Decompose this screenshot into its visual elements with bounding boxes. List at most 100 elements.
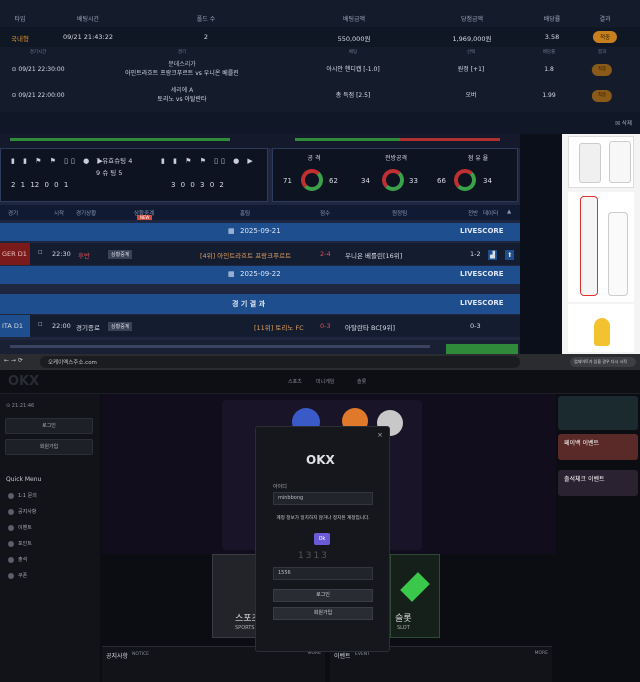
match-status: 경기종료 bbox=[76, 324, 100, 332]
quick-label: 출석 bbox=[18, 557, 28, 563]
results-row: 경 기 결 과 LIVESCORE bbox=[0, 294, 520, 314]
livescore-bottom bbox=[0, 340, 520, 354]
livescore-panel: ▮ ▮ ⚑ ⚑ ▯▯ ● ▶ 7 유효슈팅 4 9 슈 팅 5 2 1 12 0… bbox=[0, 134, 520, 354]
login-modal: × OKX 아이디 minbbong 계정 정보가 일치하지 않거나 정지된 계… bbox=[255, 426, 390, 652]
result-badge: 적중 bbox=[591, 64, 613, 76]
quick-item-notice[interactable]: 공지사항 bbox=[8, 508, 36, 515]
match-row[interactable]: ITA D1 ☐ 22:00 경기종료 상황중계 [11위] 토리노 FC 0-… bbox=[0, 315, 520, 337]
stat-label-forward: 전방공격 bbox=[384, 155, 408, 162]
sort-up-icon[interactable]: ▲ bbox=[507, 209, 511, 215]
stat-home-forward: 34 bbox=[361, 177, 370, 185]
quick-item-attendance[interactable]: 출석 bbox=[8, 556, 27, 563]
slot-card[interactable]: 슬롯 SLOT bbox=[390, 554, 440, 638]
promo-attendance[interactable]: 출석체크 이벤트 bbox=[558, 470, 638, 496]
league-name: 세리에 A bbox=[170, 87, 194, 94]
up-icon[interactable]: ⬆ bbox=[505, 250, 515, 260]
th-league: 경기 bbox=[8, 211, 19, 217]
promo-payback[interactable]: 페이백 이벤트 bbox=[558, 434, 638, 460]
card-sub: SLOT bbox=[397, 625, 410, 631]
bet-odds: 3.58 bbox=[544, 33, 560, 41]
bet-history-panel: 타입 베팅시간 폴드 수 베팅금액 당첨금액 배당률 결과 국내형 09/21 … bbox=[0, 0, 640, 134]
login-button[interactable]: 로그인 bbox=[273, 589, 373, 602]
nav-sports[interactable]: 스포츠 bbox=[288, 378, 302, 385]
bet-detail-time: ⊙ 09/21 22:30:00 bbox=[11, 66, 65, 73]
match-stat-box: ▮ ▮ ⚑ ⚑ ▯▯ ● ▶ 7 유효슈팅 4 9 슈 팅 5 2 1 12 0… bbox=[0, 148, 268, 202]
ok-button[interactable]: Ok bbox=[314, 533, 330, 545]
bet-history-header: 타입 베팅시간 폴드 수 베팅금액 당첨금액 배당률 결과 bbox=[0, 9, 640, 27]
th-home: 홈팀 bbox=[240, 211, 251, 217]
col-result: 결과 bbox=[599, 16, 611, 23]
chart-icon[interactable]: ▟ bbox=[488, 250, 497, 260]
stat-home-attack: 71 bbox=[283, 177, 292, 185]
delete-button[interactable]: ☒ 삭제 bbox=[615, 119, 632, 127]
sidebar-login-button[interactable]: 로그인 bbox=[5, 418, 93, 434]
captcha-image: 1313 bbox=[298, 551, 329, 561]
relay-button[interactable]: 상황중계 bbox=[108, 250, 133, 259]
promo-label: 출석체크 이벤트 bbox=[564, 476, 605, 483]
col-odds: 배당률 bbox=[543, 16, 561, 23]
start-time: 22:30 bbox=[52, 250, 71, 258]
quick-item-event[interactable]: 이벤트 bbox=[8, 524, 32, 531]
scrollbar[interactable] bbox=[10, 345, 430, 348]
away-counts: 3 0 0 3 0 2 bbox=[171, 181, 224, 189]
nav-minigame[interactable]: 미니게임 bbox=[316, 378, 334, 385]
relay-button[interactable]: 상황중계 bbox=[108, 322, 133, 331]
nav-slot[interactable]: 슬롯 bbox=[357, 378, 366, 385]
bet-odds: 1.8 bbox=[544, 66, 554, 73]
checkbox[interactable]: ☐ bbox=[38, 322, 42, 328]
captcha-input[interactable]: 1556 bbox=[273, 567, 373, 580]
quick-item-inquiry[interactable]: 1:1 문의 bbox=[8, 492, 37, 499]
calendar-icon: ▦ bbox=[228, 227, 235, 235]
stat-bar-away bbox=[400, 138, 500, 141]
col-win: 당첨금액 bbox=[460, 16, 484, 23]
time-text: 09/21 22:00:00 bbox=[18, 92, 65, 99]
league-code: GER D1 bbox=[2, 250, 27, 258]
attack-stats-box: 공 격 71 62 전방공격 34 33 점 유 율 66 34 bbox=[272, 148, 518, 202]
event-title: 이벤트 bbox=[334, 653, 351, 660]
close-icon[interactable]: × bbox=[377, 431, 383, 439]
forward-donut bbox=[382, 169, 404, 191]
id-input[interactable]: minbbong bbox=[273, 492, 373, 505]
bet-detail-row: ⊙ 09/21 22:00:00 세리에 A 토리노 vs 아탈란타 총 득점 … bbox=[0, 84, 640, 108]
bet-folds: 2 bbox=[203, 33, 209, 41]
nav-icons[interactable]: ← → ⟳ bbox=[4, 357, 23, 364]
checkbox[interactable]: ☐ bbox=[38, 250, 42, 256]
bet-detail-header: 경기시간 경기 베팅 선택 배당률 결과 bbox=[0, 48, 640, 57]
update-button[interactable]: 업데이트가 있을 경우 다시 시작 bbox=[570, 357, 636, 367]
bet-summary-row[interactable]: 국내형 09/21 21:43:22 2 550,000원 1,969,000원… bbox=[0, 27, 640, 47]
bet-detail-row: ⊙ 09/21 22:30:00 분데스리가 아인트라흐트 프랑크푸르트 vs … bbox=[0, 58, 640, 82]
result-badge: 적중 bbox=[592, 31, 618, 43]
address-bar[interactable]: 오케이엑스주소.com bbox=[40, 356, 520, 368]
ad-column bbox=[562, 134, 640, 354]
sidebar: ⊙ 21:21:46 로그인 회원가입 Quick Menu 1:1 문의 공지… bbox=[0, 394, 100, 682]
clock-text: 21:21:46 bbox=[11, 403, 35, 409]
date-label: 2025-09-22 bbox=[240, 270, 281, 278]
date-row: ▦ 2025-09-21 LIVESCORE bbox=[0, 223, 520, 241]
promo-banner[interactable] bbox=[558, 396, 638, 430]
sidebar-signup-button[interactable]: 회원가입 bbox=[5, 439, 93, 455]
quick-label: 쿠폰 bbox=[18, 573, 28, 579]
signup-button[interactable]: 회원가입 bbox=[273, 607, 373, 620]
livescore-table-header: 경기 시작 경기상황 상황중계 홈팀 점수 원정팀 전반 데이터 ▲ NEW bbox=[0, 205, 520, 220]
stat-away-attack: 62 bbox=[329, 177, 338, 185]
stat-label-attack: 공 격 bbox=[307, 155, 321, 162]
quick-item-point[interactable]: 포인트 bbox=[8, 540, 32, 547]
stat-label-possession: 점 유 율 bbox=[467, 155, 489, 162]
match-row[interactable]: GER D1 ☐ 22:30 후반 상황중계 [4위] 아인트라흐트 프랑크푸르… bbox=[0, 243, 520, 265]
time-text: 09/21 22:30:00 bbox=[18, 66, 65, 73]
error-message: 계정 정보가 일치하지 않거나 정지된 계정입니다. bbox=[276, 516, 370, 521]
quick-item-coupon[interactable]: 쿠폰 bbox=[8, 572, 27, 579]
sub-col-odds: 배당률 bbox=[542, 50, 556, 55]
possession-donut bbox=[454, 169, 476, 191]
match-name: 토리노 vs 아탈란타 bbox=[157, 96, 207, 103]
event-more-link[interactable]: MORE bbox=[535, 651, 548, 656]
th-away: 원정팀 bbox=[392, 211, 408, 217]
site-logo[interactable]: OKX bbox=[8, 374, 39, 389]
stat-bar-home bbox=[295, 138, 400, 141]
away-team: 아탈란타 BC[9위] bbox=[345, 324, 396, 332]
score: 0-3 bbox=[320, 322, 331, 330]
url-text: 오케이엑스주소.com bbox=[48, 360, 97, 366]
quick-menu-title: Quick Menu bbox=[6, 476, 42, 483]
product-image bbox=[568, 192, 634, 302]
bet-win: 1,969,000원 bbox=[452, 35, 492, 43]
